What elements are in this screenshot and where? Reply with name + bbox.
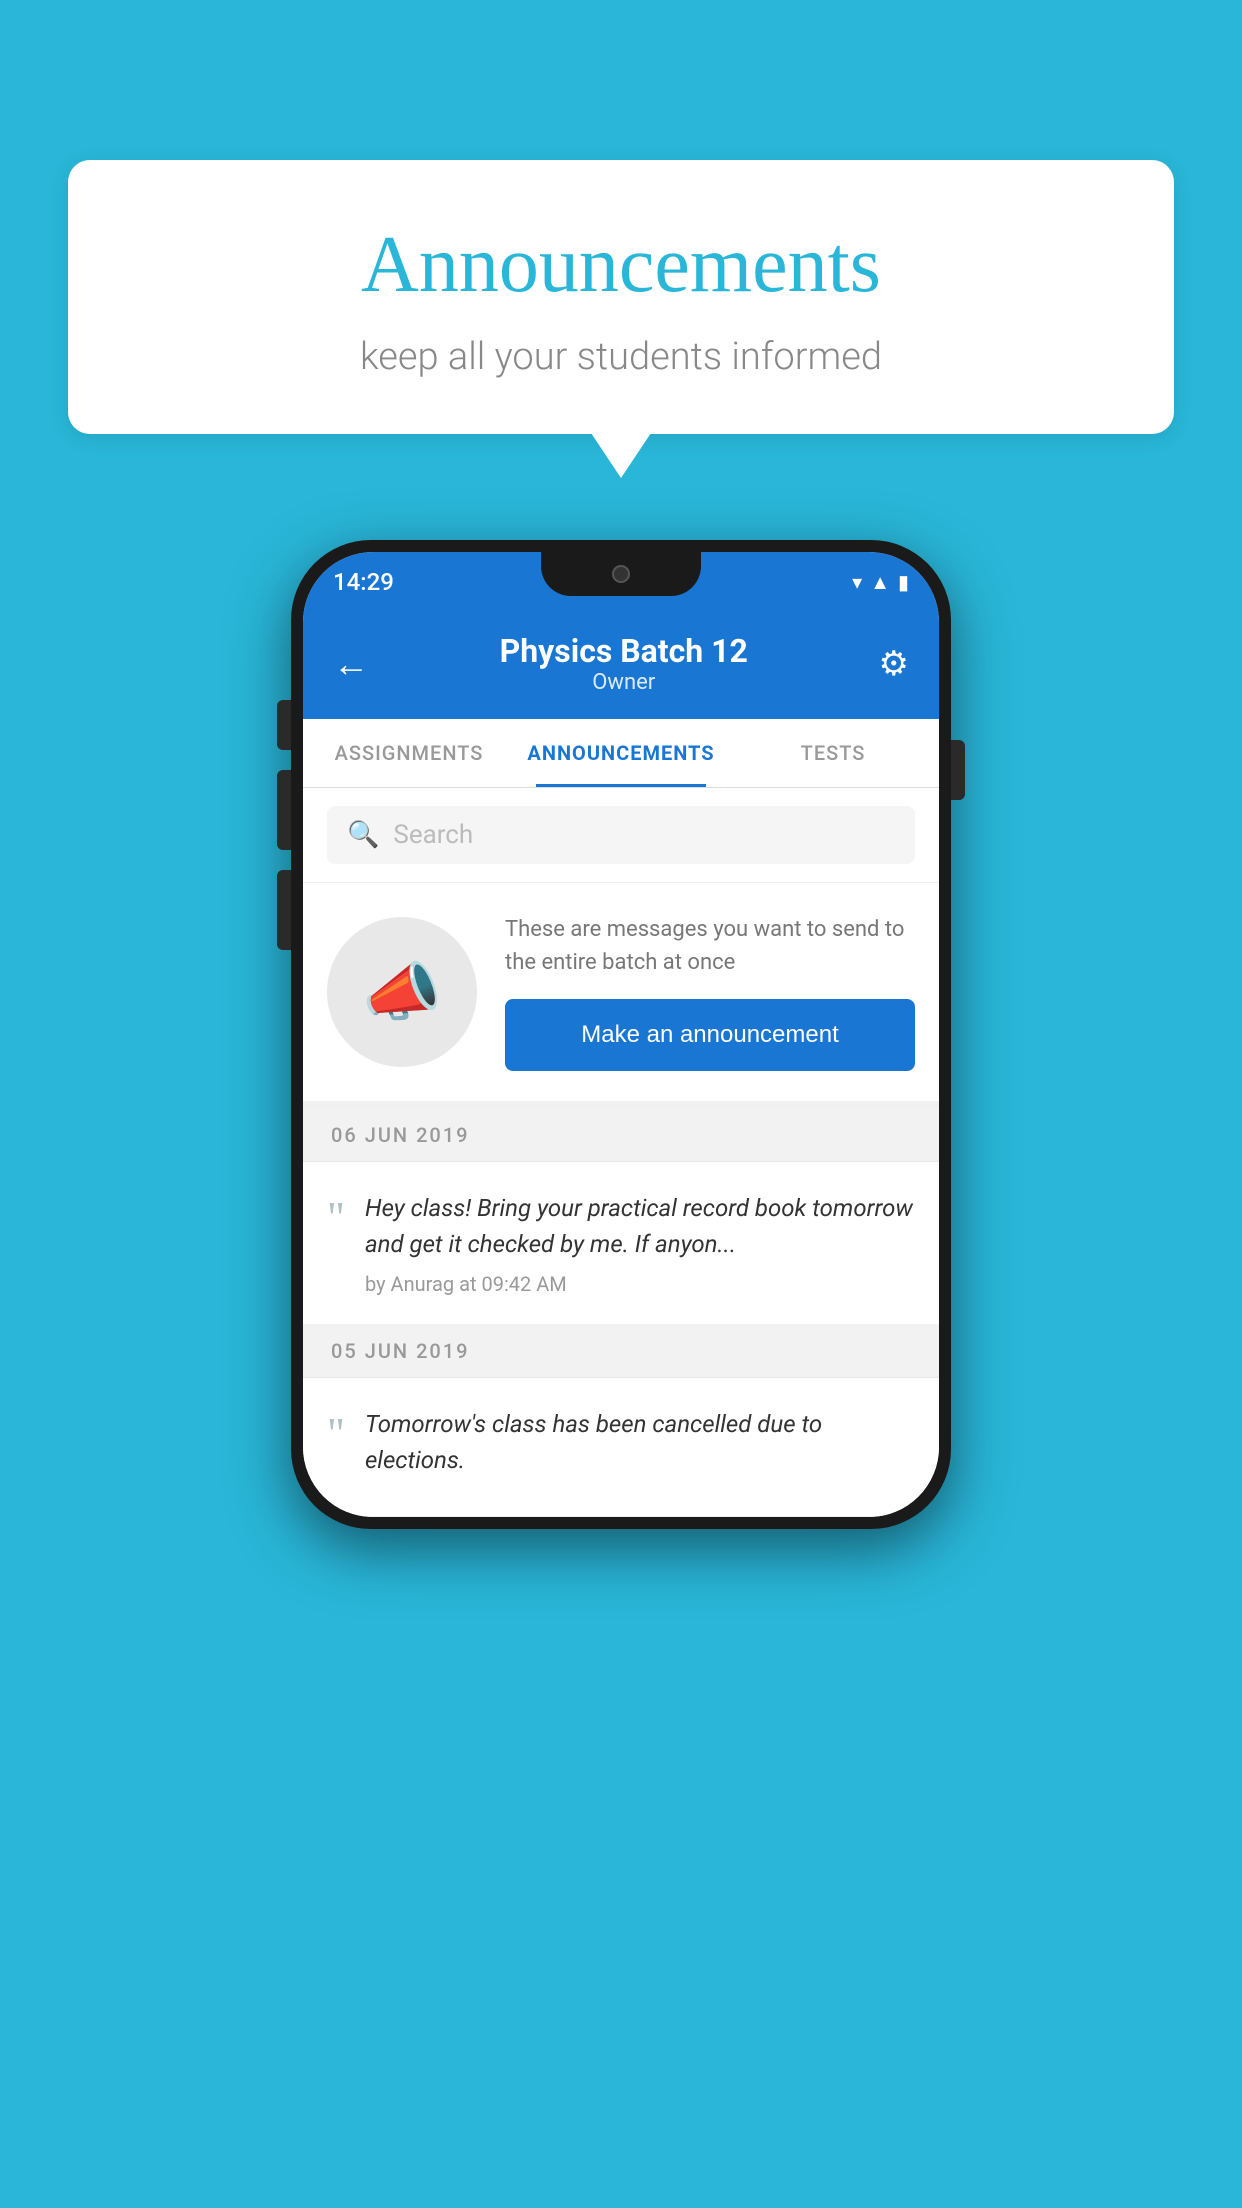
- wifi-icon: ▾: [852, 570, 862, 594]
- tab-assignments[interactable]: ASSIGNMENTS: [303, 719, 515, 787]
- battery-icon: ▮: [898, 570, 909, 594]
- announcement-text-group-2: Tomorrow's class has been cancelled due …: [365, 1406, 915, 1488]
- header-subtitle: Owner: [500, 670, 748, 695]
- make-announcement-button[interactable]: Make an announcement: [505, 999, 915, 1071]
- quote-icon-1: ": [327, 1196, 345, 1240]
- announcement-meta-1: by Anurag at 09:42 AM: [365, 1272, 915, 1296]
- header-title-group: Physics Batch 12 Owner: [500, 632, 748, 695]
- phone-mockup: 14:29 ▾ ▲ ▮ ← Physics Batch 12 Owner ⚙: [291, 540, 951, 1529]
- back-button[interactable]: ←: [333, 643, 369, 685]
- announce-description: These are messages you want to send to t…: [505, 913, 915, 979]
- announce-prompt-section: 📣 These are messages you want to send to…: [303, 883, 939, 1109]
- quote-icon-2: ": [327, 1412, 345, 1456]
- tabs-bar: ASSIGNMENTS ANNOUNCEMENTS TESTS: [303, 719, 939, 788]
- megaphone-icon: 📣: [362, 955, 442, 1030]
- speech-bubble-title: Announcements: [128, 220, 1114, 311]
- search-placeholder: Search: [393, 820, 473, 850]
- announcement-item-1[interactable]: " Hey class! Bring your practical record…: [303, 1162, 939, 1325]
- announce-right: These are messages you want to send to t…: [505, 913, 915, 1071]
- tab-tests[interactable]: TESTS: [727, 719, 939, 787]
- mute-button: [277, 700, 291, 750]
- date-separator-1: 06 JUN 2019: [303, 1109, 939, 1162]
- search-container: 🔍 Search: [303, 788, 939, 883]
- speech-bubble-section: Announcements keep all your students inf…: [68, 160, 1174, 434]
- status-time: 14:29: [333, 568, 394, 596]
- speech-bubble-card: Announcements keep all your students inf…: [68, 160, 1174, 434]
- phone-notch: [541, 552, 701, 596]
- status-bar: 14:29 ▾ ▲ ▮: [303, 552, 939, 612]
- search-input-wrap[interactable]: 🔍 Search: [327, 806, 915, 864]
- date-separator-2: 05 JUN 2019: [303, 1325, 939, 1378]
- speech-bubble-subtitle: keep all your students informed: [128, 335, 1114, 379]
- header-title: Physics Batch 12: [500, 632, 748, 670]
- tab-announcements[interactable]: ANNOUNCEMENTS: [515, 719, 727, 787]
- power-button: [951, 740, 965, 800]
- signal-icon: ▲: [870, 570, 890, 595]
- announcement-text-1: Hey class! Bring your practical record b…: [365, 1190, 915, 1262]
- announce-icon-circle: 📣: [327, 917, 477, 1067]
- phone-screen: 14:29 ▾ ▲ ▮ ← Physics Batch 12 Owner ⚙: [303, 552, 939, 1517]
- search-icon: 🔍: [347, 820, 379, 850]
- camera: [612, 565, 630, 583]
- volume-up-button: [277, 770, 291, 850]
- volume-down-button: [277, 870, 291, 950]
- announcement-text-2: Tomorrow's class has been cancelled due …: [365, 1406, 915, 1478]
- app-header: ← Physics Batch 12 Owner ⚙: [303, 612, 939, 719]
- settings-button[interactable]: ⚙: [879, 644, 909, 684]
- status-icons: ▾ ▲ ▮: [852, 570, 909, 595]
- announcement-item-2[interactable]: " Tomorrow's class has been cancelled du…: [303, 1378, 939, 1517]
- phone-outer-frame: 14:29 ▾ ▲ ▮ ← Physics Batch 12 Owner ⚙: [291, 540, 951, 1529]
- announcement-text-group-1: Hey class! Bring your practical record b…: [365, 1190, 915, 1296]
